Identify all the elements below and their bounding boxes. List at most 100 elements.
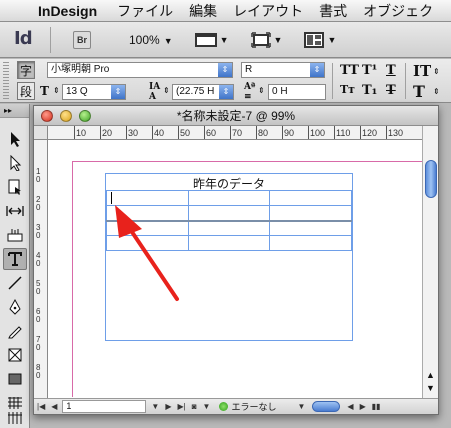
ruler-label: 80 [258,128,269,138]
menu-type[interactable]: 書式 [311,1,355,21]
minimize-button[interactable] [60,110,72,122]
preflight-dropdown-icon[interactable]: ▼ [294,402,308,411]
chevron-down-icon: ▼ [273,34,283,45]
menu-edit[interactable]: 編集 [181,1,225,21]
line-tool-icon[interactable] [3,272,27,294]
chevron-updown-icon[interactable]: ⇕ [219,85,233,99]
ruler-tick [230,126,231,139]
ruler-origin[interactable] [34,126,48,140]
data-table[interactable] [106,190,352,251]
content-collector-icon[interactable] [3,224,27,246]
view-options-button[interactable]: ▼ [194,32,229,48]
selection-tool-icon[interactable] [3,128,27,150]
table-cell[interactable] [187,220,271,236]
font-family-field[interactable]: 小塚明朝 Pro ⇕ [47,62,233,78]
stepper-icon[interactable]: ⇕ [433,66,440,76]
tracking-field[interactable]: 0 H [268,84,326,100]
vertical-grid-tool-icon[interactable] [3,409,27,427]
last-page-icon[interactable]: ▶| [174,402,188,411]
table-cell[interactable] [106,235,189,251]
stepper-icon[interactable]: ⇕ [433,86,440,96]
pasteboard[interactable]: 昨年のデータ [49,141,422,397]
tracking-value: 0 H [272,86,288,97]
page-menu-icon[interactable]: ▼ [148,402,162,411]
font-style-field[interactable]: R ⇕ [241,62,325,78]
bridge-button[interactable]: Br [73,30,91,49]
table-cell[interactable] [106,220,189,236]
paragraph-mode-button[interactable]: 段 [17,82,35,100]
stepper-icon[interactable]: ⇕ [53,85,60,95]
ruler-tick [126,126,127,139]
chevron-updown-icon[interactable]: ⇕ [218,63,232,77]
leading-field[interactable]: (22.75 H ⇕ [172,84,234,100]
horizontal-ruler[interactable]: 10 20 30 40 50 60 70 80 90 100 110 120 130 [48,126,422,140]
table-cell[interactable] [269,190,352,206]
character-mode-button[interactable]: 字 [17,61,35,79]
pencil-tool-icon[interactable] [3,320,27,342]
menu-layout[interactable]: レイアウト [225,1,311,21]
arrange-documents-button[interactable]: ▼ [304,31,336,48]
strikethrough-icon[interactable]: T [386,83,396,98]
table-cell[interactable] [269,220,352,236]
resize-grip-icon[interactable]: ▮▮ [369,402,384,411]
table-cell[interactable] [269,205,352,222]
vertical-scrollbar[interactable]: ▲ ▼ [422,126,438,398]
table-cell[interactable] [269,235,352,251]
screen-mode-button[interactable]: ▼ [250,31,283,48]
gap-tool-icon[interactable] [3,200,27,222]
ruler-tick [360,126,361,139]
scroll-down-icon[interactable]: ▼ [426,383,435,393]
text-frame[interactable]: 昨年のデータ [105,173,353,341]
chevron-updown-icon[interactable]: ⇕ [111,85,125,99]
stepper-icon[interactable]: ⇕ [163,85,170,95]
horizontal-scroll-thumb[interactable] [312,401,341,412]
menu-app-name[interactable]: InDesign [36,3,109,19]
direct-selection-tool-icon[interactable] [3,152,27,174]
tools-panel: ▸▸ [0,104,30,428]
table-cell[interactable] [187,205,271,222]
superscript-icon[interactable]: T¹ [362,63,377,78]
menu-object[interactable]: オブジェク [355,1,441,21]
scroll-left-icon[interactable]: ◀ [344,402,356,411]
document-title-bar[interactable]: *名称未設定-7 @ 99% [34,106,438,126]
open-page-icon[interactable]: ◙ [189,402,200,411]
zoom-dropdown[interactable]: 100% ▼ [129,33,173,47]
table-cell[interactable] [106,190,189,206]
previous-page-icon[interactable]: ◀ [48,402,60,411]
ruler-label: 130 [388,128,404,138]
preflight-menu-icon[interactable]: ▼ [200,402,214,411]
underline-icon[interactable]: T [386,63,396,78]
ruler-tick [308,126,309,139]
tools-panel-header[interactable]: ▸▸ [0,104,29,118]
vertical-scroll-thumb[interactable] [425,160,437,198]
vertical-ruler[interactable]: 1 0 2 0 3 0 4 0 5 0 6 0 7 0 8 0 [34,140,48,398]
page-tool-icon[interactable] [3,176,27,198]
pen-tool-icon[interactable] [3,296,27,318]
app-logo: Id [14,27,33,49]
next-page-icon[interactable]: ▶ [162,402,174,411]
font-style-value: R [245,64,253,75]
table-cell[interactable] [187,235,271,251]
all-caps-icon[interactable]: TT [340,63,359,78]
type-tool-icon[interactable] [3,248,27,270]
ruler-label: 70 [232,128,243,138]
subscript-icon[interactable]: T₁ [362,83,377,98]
zoom-button[interactable] [79,110,91,122]
first-page-icon[interactable]: |◀ [34,402,48,411]
panel-grip[interactable] [3,62,9,100]
stepper-icon[interactable]: ⇕ [258,85,265,95]
table-row [106,190,352,206]
font-size-field[interactable]: 13 Q ⇕ [62,84,126,100]
close-button[interactable] [41,110,53,122]
rectangle-frame-tool-icon[interactable] [3,344,27,366]
application-bar: Id Br 100% ▼ ▼ ▼ ▼ [0,22,451,58]
table-cell[interactable] [106,205,189,222]
rectangle-tool-icon[interactable] [3,368,27,390]
page-number-field[interactable]: 1 [62,400,147,413]
chevron-updown-icon[interactable]: ⇕ [310,63,324,77]
menu-file[interactable]: ファイル [109,1,181,21]
small-caps-icon[interactable]: Tт [340,83,355,96]
table-cell[interactable] [187,190,271,206]
scroll-up-icon[interactable]: ▲ [426,370,435,380]
scroll-right-icon[interactable]: ▶ [357,402,369,411]
